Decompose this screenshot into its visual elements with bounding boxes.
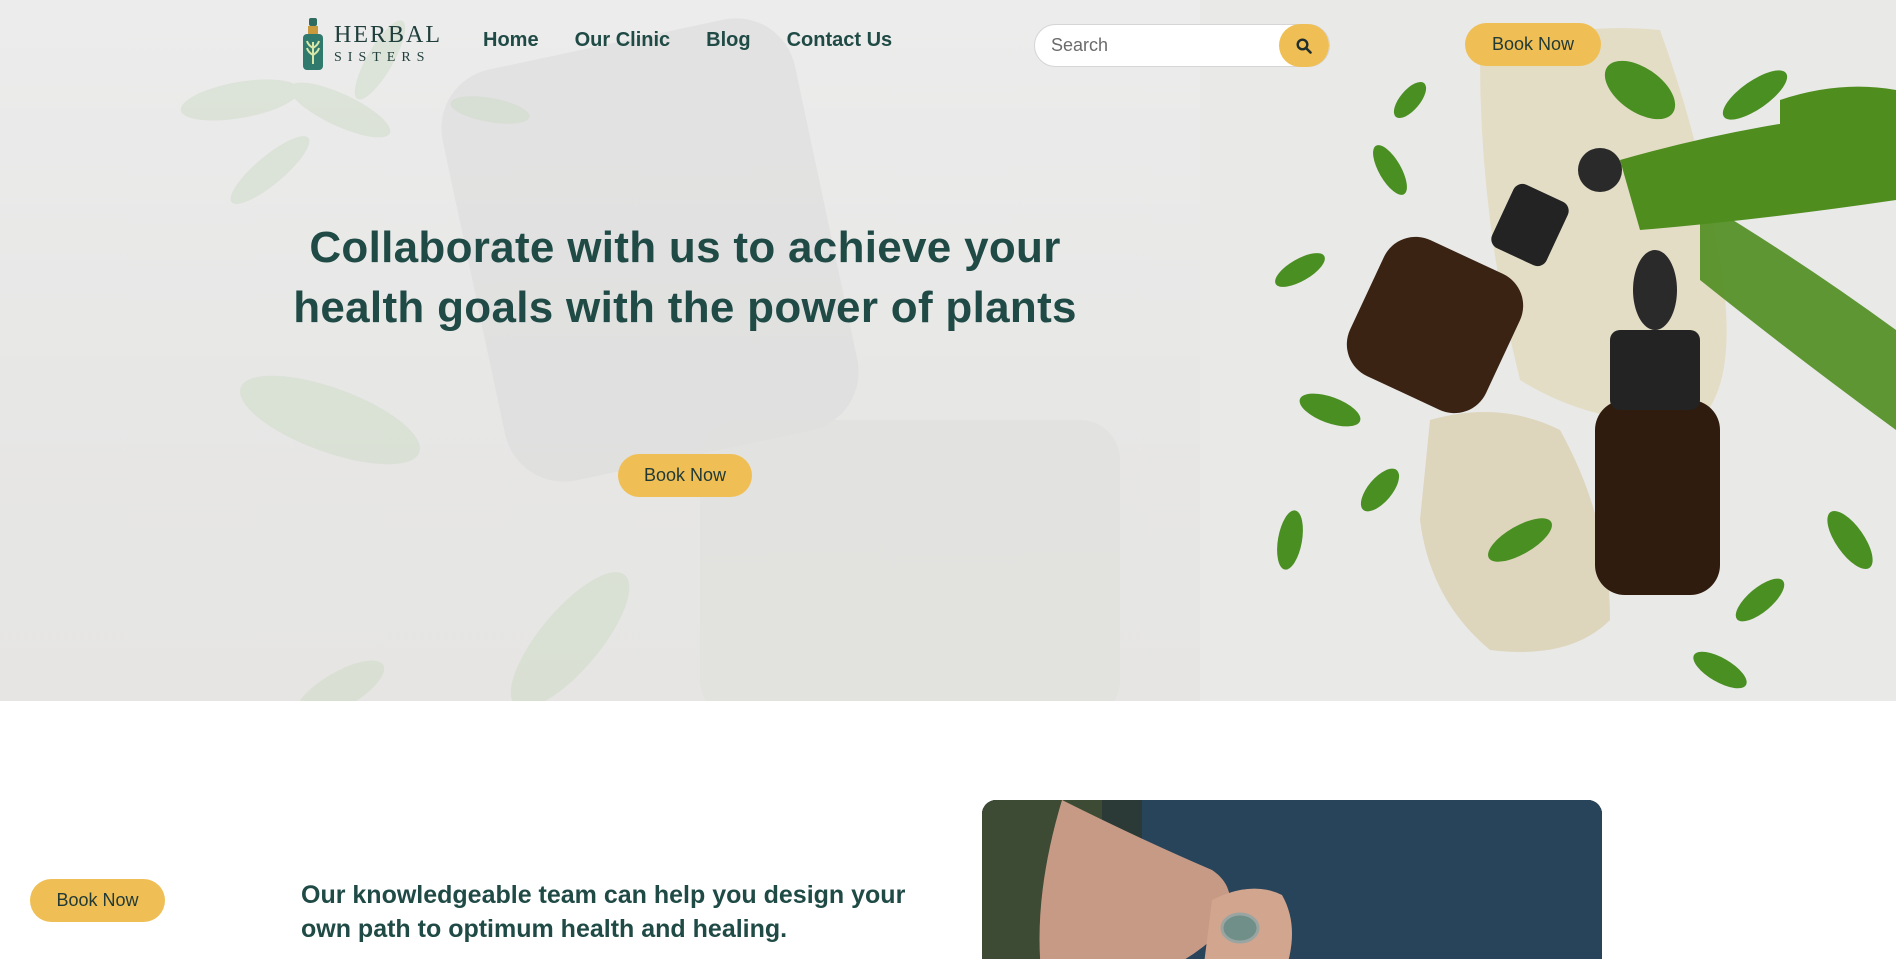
main-nav: Home Our Clinic Blog Contact Us: [483, 29, 892, 52]
hero-book-now-button[interactable]: Book Now: [618, 454, 752, 497]
search-bar: [1034, 24, 1330, 67]
search-input[interactable]: [1035, 35, 1275, 56]
search-icon: [1296, 37, 1312, 54]
search-button[interactable]: [1279, 24, 1329, 67]
nav-our-clinic[interactable]: Our Clinic: [575, 29, 671, 52]
brand-logo[interactable]: HERBAL SISTERS: [302, 18, 442, 70]
nav-blog[interactable]: Blog: [706, 29, 750, 52]
hand-with-ring-image: [982, 800, 1602, 959]
floating-book-now-button[interactable]: Book Now: [30, 879, 165, 922]
team-description: Our knowledgeable team can help you desi…: [301, 881, 906, 943]
hero-section: [0, 0, 1896, 701]
nav-contact-us[interactable]: Contact Us: [787, 29, 893, 52]
hero-product-photo: [1200, 0, 1896, 701]
dropper-bottle-icon: [303, 18, 323, 70]
team-photo: [982, 800, 1602, 959]
hero-title: Collaborate with us to achieve your heal…: [293, 223, 1077, 332]
header-book-now-button[interactable]: Book Now: [1465, 23, 1601, 66]
brand-name-line2: SISTERS: [334, 50, 431, 65]
brand-name-line1: HERBAL: [334, 22, 442, 48]
nav-home[interactable]: Home: [483, 29, 539, 52]
